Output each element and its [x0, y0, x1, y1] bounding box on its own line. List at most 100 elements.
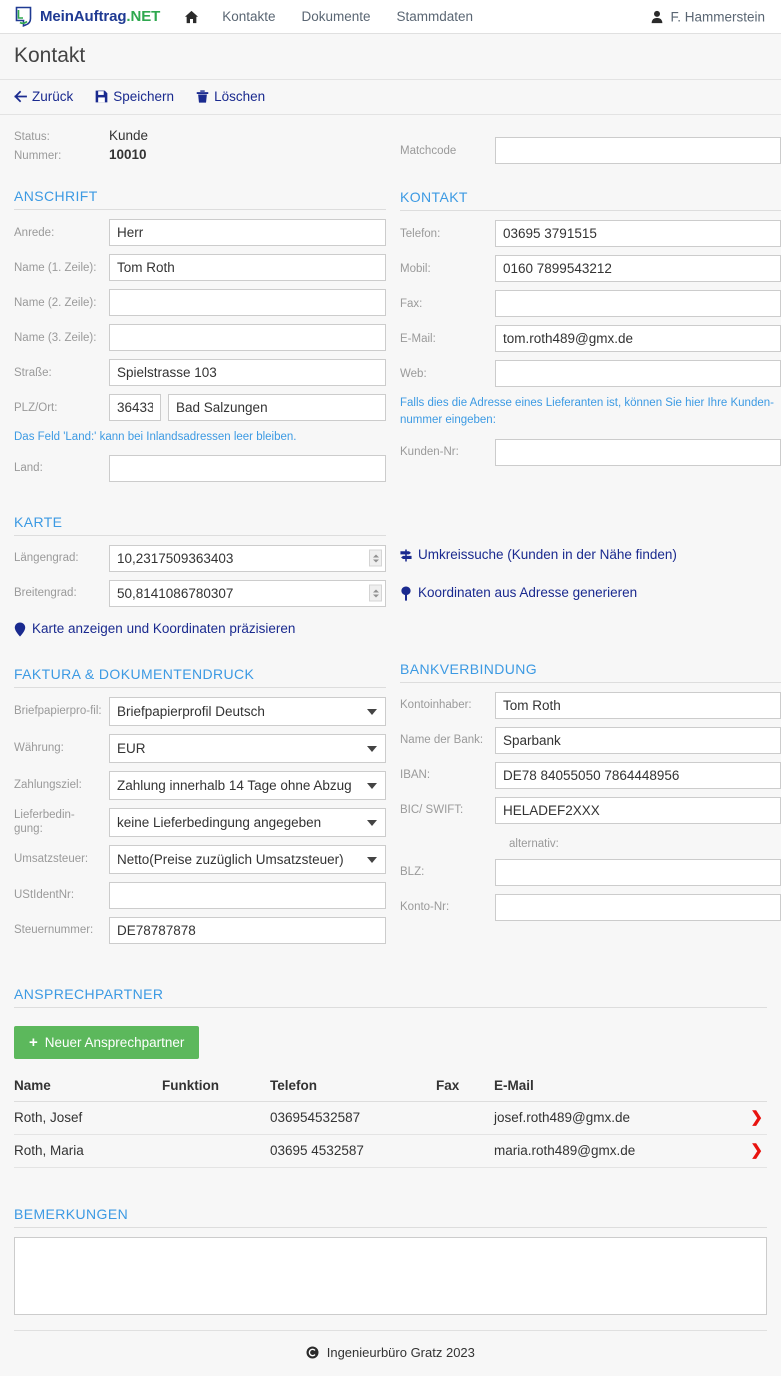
show-map-link[interactable]: Karte anzeigen und Koordinaten präzisier… [14, 621, 295, 637]
nav-item-stammdaten[interactable]: Stammdaten [384, 3, 487, 31]
number-label: Nummer: [14, 150, 62, 163]
field-briefpapierprofil-label: Briefpapierpro-fil: [14, 705, 102, 718]
section-title-bankverbindung: BANKVERBINDUNG [400, 661, 781, 683]
field-blz: BLZ: [400, 858, 781, 886]
chevron-right-icon[interactable]: ❯ [750, 1109, 763, 1126]
nav-item-kontakte[interactable]: Kontakte [209, 3, 288, 31]
chevron-right-icon[interactable]: ❯ [750, 1142, 763, 1159]
nav-item-dokumente[interactable]: Dokumente [288, 3, 383, 31]
field-breitengrad-label: Breitengrad: [14, 587, 77, 600]
cell-action: ❯ [739, 1134, 767, 1168]
new-ansprechpartner-button[interactable]: + Neuer Ansprechpartner [14, 1025, 200, 1059]
user-icon [652, 10, 663, 23]
field-web: Web: [400, 360, 781, 388]
lieferbedingung-select[interactable]: keine Lieferbedingung angegeben [109, 807, 386, 837]
kontoinhaber-input[interactable] [495, 691, 781, 719]
number-value: 10010 [109, 147, 147, 163]
land-input[interactable] [109, 454, 386, 482]
status-row: Status: Kunde [14, 128, 386, 143]
mobil-input[interactable] [495, 255, 781, 283]
briefpapierprofil-select[interactable]: Briefpapierprofil Deutsch [109, 696, 386, 726]
plus-icon: + [29, 1033, 38, 1051]
user-name: F. Hammerstein [670, 9, 765, 24]
laengengrad-stepper[interactable] [369, 549, 382, 567]
iban-input[interactable] [495, 761, 781, 789]
field-laengengrad: Längengrad: [14, 544, 386, 572]
field-name1: Name (1. Zeile): [14, 254, 386, 282]
generate-coordinates-link[interactable]: Koordinaten aus Adresse generieren [400, 585, 637, 601]
web-input[interactable] [495, 360, 781, 388]
telefon-input[interactable] [495, 220, 781, 248]
kontonr-input[interactable] [495, 893, 781, 921]
cell-action: ❯ [739, 1101, 767, 1135]
name2-input[interactable] [109, 289, 386, 317]
section-title-kontakt: KONTAKT [400, 189, 781, 212]
field-briefpapierprofil: Briefpapierpro-fil: Briefpapierprofil De… [14, 696, 386, 726]
ustidentnr-input[interactable] [109, 881, 386, 909]
field-bic: BIC/ SWIFT: [400, 796, 781, 824]
umsatzsteuer-select[interactable]: Netto(Preise zuzüglich Umsatzsteuer) [109, 844, 386, 874]
arrow-left-icon [14, 90, 27, 103]
left-column: Status: Kunde Nummer: 10010 ANSCHRIFT An… [14, 115, 386, 952]
field-land-label: Land: [14, 462, 43, 475]
email-input[interactable] [495, 325, 781, 353]
field-strasse: Straße: [14, 359, 386, 387]
laengengrad-input[interactable] [109, 544, 386, 572]
brand-logo-link[interactable]: MeinAuftrag.NET [14, 6, 160, 27]
blz-input[interactable] [495, 858, 781, 886]
table-row[interactable]: Roth, Maria 03695 4532587 maria.roth489@… [14, 1134, 767, 1168]
ort-input[interactable] [168, 394, 386, 422]
save-button[interactable]: Speichern [95, 89, 174, 104]
field-matchcode: Matchcode [400, 137, 781, 165]
save-button-label: Speichern [113, 89, 175, 105]
waehrung-select[interactable]: EUR [109, 733, 386, 763]
cell-funktion [162, 1134, 270, 1168]
field-mobil: Mobil: [400, 255, 781, 283]
back-button-label: Zurück [32, 89, 74, 105]
field-zahlungsziel-label: Zahlungsziel: [14, 779, 82, 792]
plz-input[interactable] [109, 394, 161, 422]
field-fax-label: Fax: [400, 297, 423, 310]
name1-input[interactable] [109, 254, 386, 282]
nav-links: Kontakte Dokumente Stammdaten [176, 3, 486, 31]
breitengrad-stepper[interactable] [369, 584, 382, 602]
user-menu[interactable]: F. Hammerstein [651, 9, 765, 24]
top-navbar: MeinAuftrag.NET Kontakte Dokumente Stamm… [0, 0, 781, 34]
right-column: Matchcode KONTAKT Telefon: Mobil: Fax: E… [400, 115, 781, 952]
steuernummer-input[interactable] [109, 916, 386, 944]
bankname-input[interactable] [495, 726, 781, 754]
back-button[interactable]: Zurück [14, 89, 73, 104]
bemerkungen-textarea[interactable] [14, 1236, 767, 1315]
column-header-fax: Fax [436, 1071, 494, 1102]
bic-input[interactable] [495, 796, 781, 824]
strasse-input[interactable] [109, 359, 386, 387]
trash-icon [196, 90, 209, 103]
anrede-input[interactable] [109, 219, 386, 247]
section-title-bemerkungen: BEMERKUNGEN [14, 1206, 767, 1228]
cell-email: josef.roth489@gmx.de [494, 1101, 739, 1135]
field-kundennr-label: Kunden-Nr: [400, 445, 459, 458]
field-kontoinhaber: Kontoinhaber: [400, 691, 781, 719]
umkreissuche-link[interactable]: Umkreissuche (Kunden in der Nähe finden) [400, 547, 677, 563]
fax-input[interactable] [495, 290, 781, 318]
field-plz-ort: PLZ/Ort: [14, 394, 386, 422]
name3-input[interactable] [109, 324, 386, 352]
show-map-link-label: Karte anzeigen und Koordinaten präzisier… [32, 620, 296, 636]
field-email: E-Mail: [400, 325, 781, 353]
field-lieferbedingung: Lieferbedin-gung: keine Lieferbedingung … [14, 807, 386, 837]
zahlungsziel-select[interactable]: Zahlung innerhalb 14 Tage ohne Abzug [109, 770, 386, 800]
field-iban-label: IBAN: [400, 768, 431, 781]
delete-button[interactable]: Löschen [196, 89, 265, 104]
field-email-label: E-Mail: [400, 332, 436, 345]
ansprechpartner-table: Name Funktion Telefon Fax E-Mail Roth, J… [14, 1071, 767, 1168]
table-row[interactable]: Roth, Josef 036954532587 josef.roth489@g… [14, 1101, 767, 1135]
field-name3-label: Name (3. Zeile): [14, 331, 97, 344]
field-ustidentnr: UStIdentNr: [14, 881, 386, 909]
matchcode-input[interactable] [495, 137, 781, 165]
status-block: Status: Kunde Nummer: 10010 [14, 115, 386, 171]
field-laengengrad-label: Längengrad: [14, 552, 79, 565]
kundennr-input[interactable] [495, 438, 781, 466]
breitengrad-input[interactable] [109, 579, 386, 607]
nav-item-home[interactable] [176, 4, 209, 30]
cell-funktion [162, 1101, 270, 1135]
